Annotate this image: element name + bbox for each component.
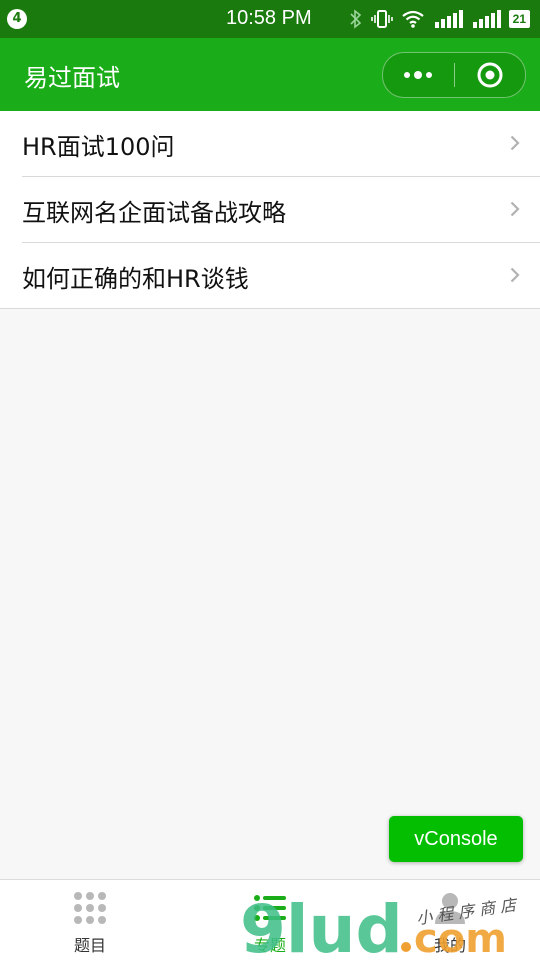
grid-dots-icon xyxy=(74,892,106,924)
status-time: 10:58 PM xyxy=(226,7,312,29)
tab-label: 我的 xyxy=(433,936,466,955)
list-item[interactable]: 互联网名企面试备战攻略 xyxy=(22,177,540,243)
tab-questions[interactable]: 题目 xyxy=(0,880,180,961)
vconsole-button[interactable]: vConsole xyxy=(389,816,523,862)
more-dots-icon xyxy=(404,71,432,79)
more-button[interactable] xyxy=(383,53,453,97)
topic-list: HR面试100问 互联网名企面试备战攻略 如何正确的和HR谈钱 xyxy=(0,111,540,309)
status-icons: 21 xyxy=(349,8,530,30)
chevron-right-icon xyxy=(510,267,520,283)
menu-capsule xyxy=(382,52,526,98)
list-item-label: HR面试100问 xyxy=(22,133,175,161)
person-icon xyxy=(435,893,465,924)
signal-icon xyxy=(434,10,463,28)
tab-me[interactable]: 我的 xyxy=(360,880,540,961)
nav-bar: 易过面试 xyxy=(0,38,540,111)
list-item-label: 如何正确的和HR谈钱 xyxy=(22,265,249,293)
status-bar: 4 10:58 PM 21 xyxy=(0,0,540,38)
chevron-right-icon xyxy=(510,135,520,151)
list-item[interactable]: 如何正确的和HR谈钱 xyxy=(22,243,540,308)
chevron-right-icon xyxy=(510,201,520,217)
list-item[interactable]: HR面试100问 xyxy=(22,111,540,177)
tab-label: 专题 xyxy=(253,936,286,955)
bluetooth-icon xyxy=(350,9,361,29)
battery-level: 21 xyxy=(508,10,530,28)
signal-icon xyxy=(472,10,501,28)
wifi-icon xyxy=(401,10,424,28)
page-title: 易过面试 xyxy=(24,64,120,92)
close-button[interactable] xyxy=(455,53,525,97)
tab-bar: 题目 专题 我的 xyxy=(0,879,540,961)
list-icon xyxy=(254,895,286,921)
notification-count-badge: 4 xyxy=(7,9,27,29)
tab-topics[interactable]: 专题 xyxy=(180,880,360,961)
target-close-icon xyxy=(477,62,503,88)
vibrate-icon xyxy=(370,10,393,28)
list-item-label: 互联网名企面试备战攻略 xyxy=(22,199,286,227)
tab-label: 题目 xyxy=(73,936,106,955)
